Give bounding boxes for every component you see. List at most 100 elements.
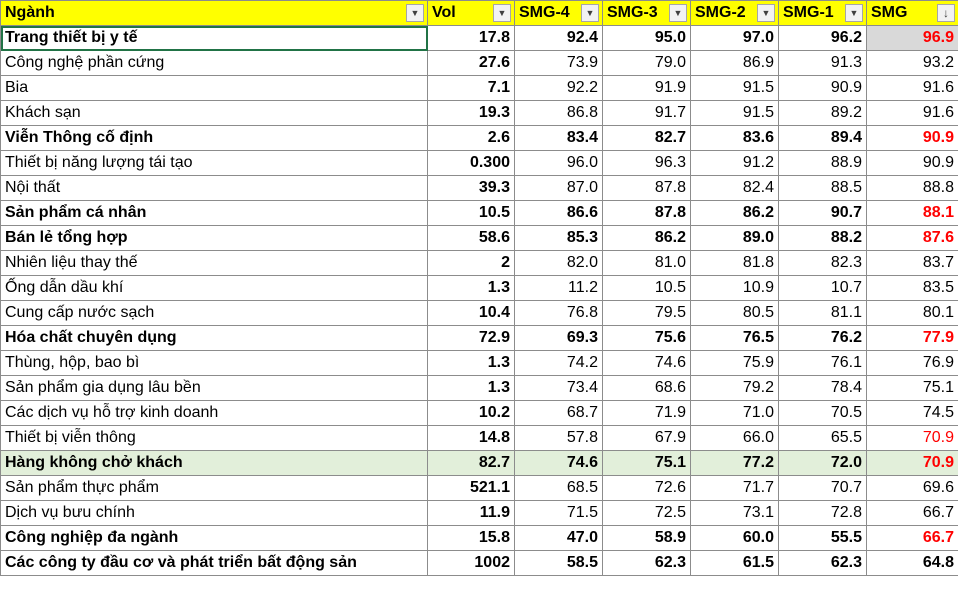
cell-smg4[interactable]: 92.4 bbox=[514, 25, 603, 51]
cell-vol[interactable]: 521.1 bbox=[427, 475, 515, 501]
cell-name[interactable]: Ống dẫn dầu khí bbox=[0, 275, 428, 301]
cell-smg1[interactable]: 62.3 bbox=[778, 550, 867, 576]
cell-smg4[interactable]: 74.2 bbox=[514, 350, 603, 376]
cell-smg[interactable]: 64.8 bbox=[866, 550, 958, 576]
cell-vol[interactable]: 1.3 bbox=[427, 350, 515, 376]
cell-smg2[interactable]: 76.5 bbox=[690, 325, 779, 351]
column-header-vol[interactable]: Vol ▼ bbox=[427, 0, 515, 26]
cell-smg[interactable]: 74.5 bbox=[866, 400, 958, 426]
cell-smg4[interactable]: 68.5 bbox=[514, 475, 603, 501]
cell-smg1[interactable]: 82.3 bbox=[778, 250, 867, 276]
cell-name[interactable]: Thùng, hộp, bao bì bbox=[0, 350, 428, 376]
cell-smg4[interactable]: 71.5 bbox=[514, 500, 603, 526]
cell-name[interactable]: Bia bbox=[0, 75, 428, 101]
cell-name[interactable]: Sản phẩm cá nhân bbox=[0, 200, 428, 226]
cell-name[interactable]: Hàng không chở khách bbox=[0, 450, 428, 476]
cell-name[interactable]: Thiết bị viễn thông bbox=[0, 425, 428, 451]
cell-name[interactable]: Nội thất bbox=[0, 175, 428, 201]
cell-smg2[interactable]: 71.7 bbox=[690, 475, 779, 501]
filter-dropdown-icon[interactable]: ▼ bbox=[406, 4, 424, 22]
cell-smg1[interactable]: 89.2 bbox=[778, 100, 867, 126]
cell-smg1[interactable]: 76.1 bbox=[778, 350, 867, 376]
cell-smg1[interactable]: 72.0 bbox=[778, 450, 867, 476]
column-header-smg4[interactable]: SMG-4 ▼ bbox=[514, 0, 603, 26]
column-header-smg1[interactable]: SMG-1 ▼ bbox=[778, 0, 867, 26]
cell-smg3[interactable]: 96.3 bbox=[602, 150, 691, 176]
cell-smg2[interactable]: 83.6 bbox=[690, 125, 779, 151]
cell-name[interactable]: Công nghiệp đa ngành bbox=[0, 525, 428, 551]
cell-smg3[interactable]: 82.7 bbox=[602, 125, 691, 151]
cell-smg[interactable]: 88.1 bbox=[866, 200, 958, 226]
cell-name[interactable]: Dịch vụ bưu chính bbox=[0, 500, 428, 526]
cell-vol[interactable]: 10.5 bbox=[427, 200, 515, 226]
cell-smg4[interactable]: 87.0 bbox=[514, 175, 603, 201]
cell-smg2[interactable]: 91.2 bbox=[690, 150, 779, 176]
cell-vol[interactable]: 10.4 bbox=[427, 300, 515, 326]
cell-vol[interactable]: 19.3 bbox=[427, 100, 515, 126]
cell-vol[interactable]: 11.9 bbox=[427, 500, 515, 526]
cell-smg[interactable]: 90.9 bbox=[866, 125, 958, 151]
cell-smg4[interactable]: 74.6 bbox=[514, 450, 603, 476]
filter-dropdown-icon[interactable]: ▼ bbox=[493, 4, 511, 22]
cell-name[interactable]: Trang thiết bị y tế bbox=[0, 25, 428, 51]
cell-name[interactable]: Các công ty đầu cơ và phát triển bất độn… bbox=[0, 550, 428, 576]
cell-smg1[interactable]: 91.3 bbox=[778, 50, 867, 76]
cell-smg3[interactable]: 10.5 bbox=[602, 275, 691, 301]
cell-vol[interactable]: 27.6 bbox=[427, 50, 515, 76]
cell-smg4[interactable]: 11.2 bbox=[514, 275, 603, 301]
cell-smg2[interactable]: 75.9 bbox=[690, 350, 779, 376]
filter-dropdown-icon[interactable]: ▼ bbox=[669, 4, 687, 22]
cell-vol[interactable]: 2.6 bbox=[427, 125, 515, 151]
cell-smg[interactable]: 96.9 bbox=[866, 25, 958, 51]
cell-name[interactable]: Thiết bị năng lượng tái tạo bbox=[0, 150, 428, 176]
cell-smg2[interactable]: 61.5 bbox=[690, 550, 779, 576]
cell-smg3[interactable]: 87.8 bbox=[602, 175, 691, 201]
cell-smg[interactable]: 88.8 bbox=[866, 175, 958, 201]
cell-smg[interactable]: 87.6 bbox=[866, 225, 958, 251]
sort-descending-icon[interactable]: ↓ bbox=[937, 4, 955, 22]
cell-smg3[interactable]: 81.0 bbox=[602, 250, 691, 276]
cell-smg3[interactable]: 58.9 bbox=[602, 525, 691, 551]
cell-smg2[interactable]: 97.0 bbox=[690, 25, 779, 51]
cell-smg1[interactable]: 76.2 bbox=[778, 325, 867, 351]
filter-dropdown-icon[interactable]: ▼ bbox=[757, 4, 775, 22]
cell-smg4[interactable]: 68.7 bbox=[514, 400, 603, 426]
cell-smg1[interactable]: 81.1 bbox=[778, 300, 867, 326]
cell-smg1[interactable]: 65.5 bbox=[778, 425, 867, 451]
cell-smg4[interactable]: 57.8 bbox=[514, 425, 603, 451]
cell-name[interactable]: Viễn Thông cố định bbox=[0, 125, 428, 151]
cell-smg1[interactable]: 88.2 bbox=[778, 225, 867, 251]
cell-smg2[interactable]: 91.5 bbox=[690, 75, 779, 101]
cell-name[interactable]: Hóa chất chuyên dụng bbox=[0, 325, 428, 351]
cell-smg1[interactable]: 89.4 bbox=[778, 125, 867, 151]
cell-smg4[interactable]: 58.5 bbox=[514, 550, 603, 576]
cell-smg1[interactable]: 90.7 bbox=[778, 200, 867, 226]
cell-name[interactable]: Các dịch vụ hỗ trợ kinh doanh bbox=[0, 400, 428, 426]
cell-smg3[interactable]: 72.5 bbox=[602, 500, 691, 526]
cell-smg4[interactable]: 73.4 bbox=[514, 375, 603, 401]
column-header-name[interactable]: Ngành ▼ bbox=[0, 0, 428, 26]
cell-smg[interactable]: 90.9 bbox=[866, 150, 958, 176]
cell-smg4[interactable]: 86.8 bbox=[514, 100, 603, 126]
cell-smg3[interactable]: 87.8 bbox=[602, 200, 691, 226]
cell-smg3[interactable]: 79.0 bbox=[602, 50, 691, 76]
cell-smg2[interactable]: 77.2 bbox=[690, 450, 779, 476]
cell-vol[interactable]: 1.3 bbox=[427, 275, 515, 301]
cell-smg3[interactable]: 62.3 bbox=[602, 550, 691, 576]
cell-smg[interactable]: 75.1 bbox=[866, 375, 958, 401]
cell-smg[interactable]: 66.7 bbox=[866, 525, 958, 551]
cell-vol[interactable]: 1.3 bbox=[427, 375, 515, 401]
cell-smg3[interactable]: 75.6 bbox=[602, 325, 691, 351]
cell-smg4[interactable]: 96.0 bbox=[514, 150, 603, 176]
cell-smg2[interactable]: 82.4 bbox=[690, 175, 779, 201]
cell-smg3[interactable]: 79.5 bbox=[602, 300, 691, 326]
cell-smg[interactable]: 70.9 bbox=[866, 425, 958, 451]
cell-vol[interactable]: 14.8 bbox=[427, 425, 515, 451]
cell-vol[interactable]: 82.7 bbox=[427, 450, 515, 476]
cell-smg1[interactable]: 10.7 bbox=[778, 275, 867, 301]
cell-smg[interactable]: 91.6 bbox=[866, 100, 958, 126]
cell-vol[interactable]: 7.1 bbox=[427, 75, 515, 101]
cell-smg2[interactable]: 91.5 bbox=[690, 100, 779, 126]
cell-smg[interactable]: 77.9 bbox=[866, 325, 958, 351]
cell-smg2[interactable]: 81.8 bbox=[690, 250, 779, 276]
